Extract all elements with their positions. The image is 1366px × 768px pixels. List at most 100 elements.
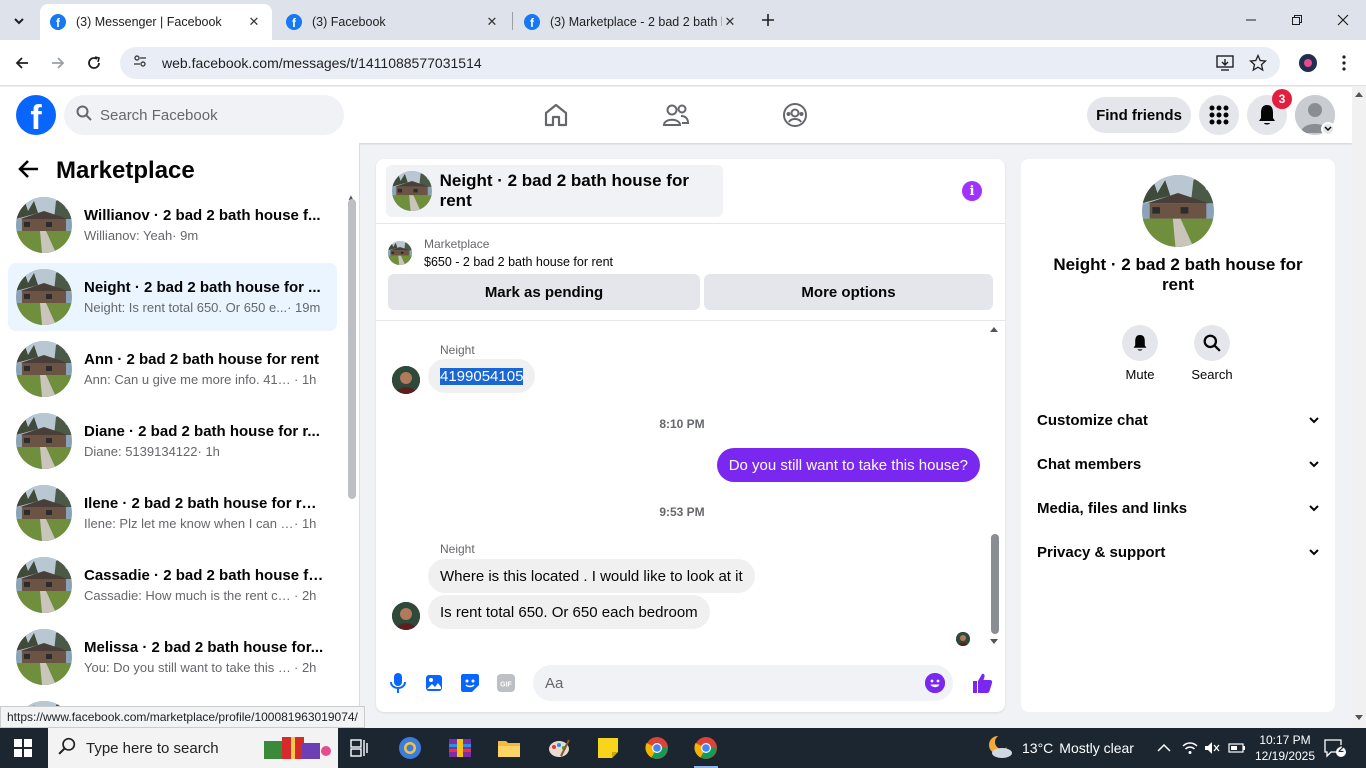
facebook-search-box[interactable] [64, 95, 344, 135]
search-icon [58, 737, 76, 759]
browser-tab-messenger[interactable]: f (3) Messenger | Facebook ✕ [40, 4, 272, 40]
search-action[interactable]: Search [1182, 325, 1242, 382]
action-center-icon[interactable]: 2 [1324, 738, 1346, 758]
chrome-canary-icon[interactable] [390, 732, 430, 764]
sender-avatar[interactable] [392, 366, 420, 394]
site-settings-icon[interactable] [132, 53, 148, 74]
message-bubble-incoming[interactable]: Where is this located . I would like to … [428, 559, 755, 593]
message-input-box[interactable] [533, 665, 953, 701]
conversation-item-diane[interactable]: Diane · 2 bad 2 bath house for r... Dian… [8, 407, 337, 475]
file-explorer-icon[interactable] [489, 732, 529, 764]
conversation-item-ilene[interactable]: Ilene · 2 bad 2 bath house for rent Ilen… [8, 479, 337, 547]
search-highlight-gifts-icon [262, 731, 332, 765]
emoji-icon[interactable] [925, 673, 945, 693]
thumbs-up-icon[interactable] [971, 672, 993, 694]
facebook-favicon-icon: f [286, 14, 302, 30]
chrome-active-window-icon[interactable] [686, 732, 726, 768]
find-friends-button[interactable]: Find friends [1087, 97, 1191, 133]
close-window-icon[interactable] [1320, 0, 1366, 40]
conversation-info-icon[interactable]: i [962, 181, 982, 201]
customize-chat-section[interactable]: Customize chat [1037, 402, 1319, 438]
winrar-icon[interactable] [440, 732, 480, 764]
bookmark-star-icon[interactable] [1245, 50, 1271, 76]
show-hidden-icons-chevron-icon[interactable] [1157, 728, 1171, 768]
task-view-icon[interactable] [340, 732, 380, 764]
mute-action[interactable]: Mute [1110, 325, 1170, 382]
conversation-item-willianov[interactable]: Willianov · 2 bad 2 bath house f... Will… [8, 191, 337, 259]
message-bubble-outgoing[interactable]: Do you still want to take this house? [716, 448, 980, 482]
link-status-bar: https://www.facebook.com/marketplace/pro… [0, 706, 365, 728]
account-chevron-down-icon[interactable] [1321, 122, 1335, 136]
photo-icon[interactable] [423, 672, 445, 694]
chat-header[interactable]: Neight · 2 bad 2 bath house for rent [386, 165, 723, 217]
microphone-icon[interactable] [387, 672, 409, 694]
message-bubble-incoming[interactable]: 4199054105 [428, 359, 536, 393]
media-files-links-section[interactable]: Media, files and links [1037, 490, 1319, 526]
conversation-time: · 1h [294, 372, 317, 387]
volume-muted-icon[interactable] [1204, 728, 1220, 768]
marketplace-listing-row[interactable]: Marketplace $650 - 2 bad 2 bath house fo… [388, 235, 613, 271]
conversation-item-melissa[interactable]: Melissa · 2 bad 2 bath house for... You:… [8, 623, 337, 691]
home-icon[interactable] [540, 99, 572, 131]
install-app-icon[interactable] [1212, 50, 1238, 76]
close-tab-icon[interactable]: ✕ [722, 14, 738, 30]
back-arrow-icon[interactable] [9, 50, 35, 76]
more-options-button[interactable]: More options [704, 274, 993, 310]
facebook-search-input[interactable] [100, 106, 320, 124]
marketplace-label: Marketplace [424, 237, 490, 251]
groups-icon[interactable] [779, 99, 811, 131]
conversation-item-neight[interactable]: Neight · 2 bad 2 bath house for ... Neig… [8, 263, 337, 331]
chrome-icon[interactable] [637, 732, 677, 764]
url-text: web.facebook.com/messages/t/141108857703… [162, 55, 482, 71]
bell-icon[interactable] [1122, 325, 1158, 361]
browser-tab-marketplace[interactable]: f (3) Marketplace - 2 bad 2 bath house ✕ [514, 4, 748, 40]
new-tab-plus-icon[interactable] [756, 8, 780, 32]
browser-menu-icon[interactable] [1331, 50, 1357, 76]
windows-start-icon[interactable] [14, 739, 32, 757]
browser-tab-facebook[interactable]: f (3) Facebook ✕ [276, 4, 510, 40]
search-icon [76, 105, 92, 126]
sticker-icon[interactable] [459, 672, 481, 694]
page-scrollbar[interactable] [1352, 87, 1366, 728]
chat-members-section[interactable]: Chat members [1037, 446, 1319, 482]
sticky-notes-icon[interactable] [588, 732, 628, 764]
minimize-window-icon[interactable] [1228, 0, 1274, 40]
mark-as-pending-button[interactable]: Mark as pending [388, 274, 700, 310]
conversation-time: · 1h [197, 444, 220, 459]
chevron-down-icon [1309, 504, 1319, 511]
message-input[interactable] [545, 674, 905, 692]
sender-avatar[interactable] [392, 602, 420, 630]
conversation-item-cassadie[interactable]: Cassadie · 2 bad 2 bath house fo... Cass… [8, 551, 337, 619]
taskbar-search-input[interactable] [86, 739, 256, 757]
back-arrow-icon[interactable] [18, 159, 40, 184]
message-bubble-incoming[interactable]: Is rent total 650. Or 650 each bedroom [428, 595, 710, 629]
privacy-support-section[interactable]: Privacy & support [1037, 534, 1319, 570]
weather-widget[interactable]: 13°C Mostly clear [986, 728, 1134, 768]
conversation-preview: Neight: Is rent total 650. Or 650 e... [84, 300, 288, 315]
wifi-icon[interactable] [1182, 728, 1198, 768]
reload-icon[interactable] [81, 50, 107, 76]
tab-search-chevron-icon[interactable] [6, 8, 32, 34]
listing-thumbnail [16, 341, 72, 397]
close-tab-icon[interactable]: ✕ [484, 14, 500, 30]
battery-icon[interactable] [1228, 728, 1246, 768]
forward-arrow-icon[interactable] [45, 50, 71, 76]
restore-window-icon[interactable] [1274, 0, 1320, 40]
sidebar-scrollbar[interactable] [348, 199, 356, 499]
search-icon[interactable] [1194, 325, 1230, 361]
gif-icon[interactable]: GIF [495, 672, 517, 694]
taskbar-search-box[interactable] [48, 728, 338, 768]
profile-extension-icon[interactable] [1295, 50, 1321, 76]
mute-label: Mute [1125, 367, 1155, 382]
system-clock[interactable]: 10:17 PM 12/19/2025 [1250, 732, 1320, 764]
listing-thumbnail [16, 485, 72, 541]
menu-grid-icon[interactable] [1199, 95, 1239, 135]
address-bar[interactable]: web.facebook.com/messages/t/141108857703… [120, 47, 1280, 79]
chat-scrollbar-thumb[interactable] [991, 534, 999, 634]
close-tab-icon[interactable]: ✕ [246, 14, 262, 30]
conversation-item-ann[interactable]: Ann · 2 bad 2 bath house for rent Ann: C… [8, 335, 337, 403]
paint-icon[interactable] [539, 732, 579, 764]
friends-icon[interactable] [660, 99, 692, 131]
chevron-down-icon [1309, 460, 1319, 467]
facebook-logo-icon[interactable]: f [16, 95, 56, 135]
